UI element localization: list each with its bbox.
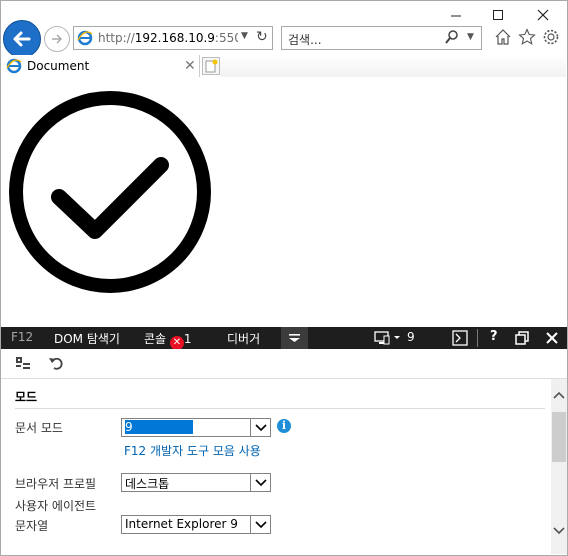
error-icon: ✕ — [169, 336, 184, 350]
undock-icon[interactable] — [515, 331, 529, 345]
chevron-down-icon — [250, 516, 270, 533]
overflow-chevron-icon — [289, 334, 300, 342]
tab-dom-explorer[interactable]: DOM 탐색기 — [54, 330, 120, 347]
gear-icon[interactable] — [542, 28, 560, 46]
refresh-icon[interactable]: ↻ — [256, 29, 268, 45]
console-error-count: 1 — [183, 332, 192, 346]
help-icon[interactable]: ? — [490, 329, 498, 344]
favorites-star-icon[interactable] — [518, 28, 536, 46]
arrow-right-icon — [52, 34, 63, 44]
address-dropdown-icon[interactable]: ▼ — [241, 31, 248, 41]
user-agent-value: Internet Explorer 9 — [125, 517, 238, 531]
close-window-button[interactable] — [533, 6, 553, 24]
user-agent-label-line1: 사용자 에이전트 — [15, 499, 97, 513]
arrow-left-icon — [13, 31, 31, 47]
page-content — [1, 77, 567, 326]
browser-profile-select[interactable]: 데스크톱 — [121, 473, 271, 492]
document-mode-indicator[interactable]: 9 — [407, 330, 415, 344]
document-mode-select[interactable]: 9 — [121, 418, 271, 437]
search-dropdown-icon[interactable]: ▼ — [467, 32, 474, 42]
section-divider — [15, 408, 545, 409]
minimize-icon — [451, 15, 461, 17]
tab-debugger[interactable]: 디버거 — [227, 330, 260, 347]
search-placeholder: 검색... — [288, 33, 322, 47]
tab-title: Document — [27, 59, 90, 73]
emulation-monitor-icon[interactable] — [374, 331, 404, 345]
home-icon[interactable] — [494, 28, 512, 46]
mode-section-title: 모드 — [15, 390, 38, 404]
minimize-button[interactable] — [446, 6, 466, 24]
tab-strip — [220, 55, 566, 77]
scroll-thumb[interactable] — [552, 412, 566, 462]
tab-close-icon[interactable]: ✕ — [184, 58, 196, 74]
tab-console[interactable]: 콘솔 ✕ 1 — [144, 330, 192, 350]
back-button[interactable] — [3, 20, 41, 58]
tab-emulation[interactable] — [281, 327, 308, 349]
address-url: http://192.168.10.9:5500 — [98, 31, 238, 45]
search-box[interactable]: 검색... ▼ — [281, 26, 482, 50]
reset-undo-icon[interactable] — [48, 355, 64, 371]
chevron-down-icon — [250, 474, 270, 491]
new-tab-icon — [205, 59, 218, 73]
ie-page-icon — [77, 30, 93, 46]
close-devtools-icon[interactable] — [546, 332, 558, 344]
emulation-settings-icon[interactable] — [15, 355, 31, 371]
search-icon[interactable] — [444, 29, 460, 45]
ie-page-icon — [6, 58, 22, 74]
forward-button[interactable] — [44, 26, 70, 52]
document-mode-label: 문서 모드 — [15, 421, 63, 435]
user-agent-select[interactable]: Internet Explorer 9 — [121, 515, 271, 534]
info-icon[interactable]: i — [277, 419, 291, 433]
new-tab-button[interactable] — [202, 57, 220, 75]
address-bar[interactable]: http://192.168.10.9:5500 ▼ ↻ — [73, 26, 273, 50]
toolbar-divider — [477, 329, 478, 347]
maximize-button[interactable] — [488, 6, 508, 24]
scroll-down-icon[interactable] — [553, 527, 565, 538]
chevron-down-icon — [250, 419, 270, 436]
browser-profile-label: 브라우저 프로필 — [15, 477, 97, 491]
console-toggle-icon[interactable] — [452, 330, 468, 346]
f12-toolbar-link[interactable]: F12 개발자 도구 모음 사용 — [124, 442, 261, 459]
check-circle-icon — [9, 91, 211, 293]
emulation-panel: 모드 문서 모드 9 i F12 개발자 도구 모음 사용 브라우저 프로필 데… — [1, 379, 551, 554]
scroll-up-icon[interactable] — [553, 391, 565, 402]
tab-document[interactable]: Document ✕ — [1, 55, 200, 77]
devtools-f12-label: F12 — [11, 330, 34, 344]
user-agent-label-line2: 문자열 — [15, 519, 49, 533]
browser-profile-value: 데스크톱 — [125, 477, 170, 491]
maximize-icon — [493, 10, 503, 20]
document-mode-value: 9 — [125, 420, 193, 434]
devtools-toolbar — [1, 349, 567, 379]
panel-scrollbar[interactable] — [551, 379, 567, 554]
close-icon — [537, 9, 549, 21]
